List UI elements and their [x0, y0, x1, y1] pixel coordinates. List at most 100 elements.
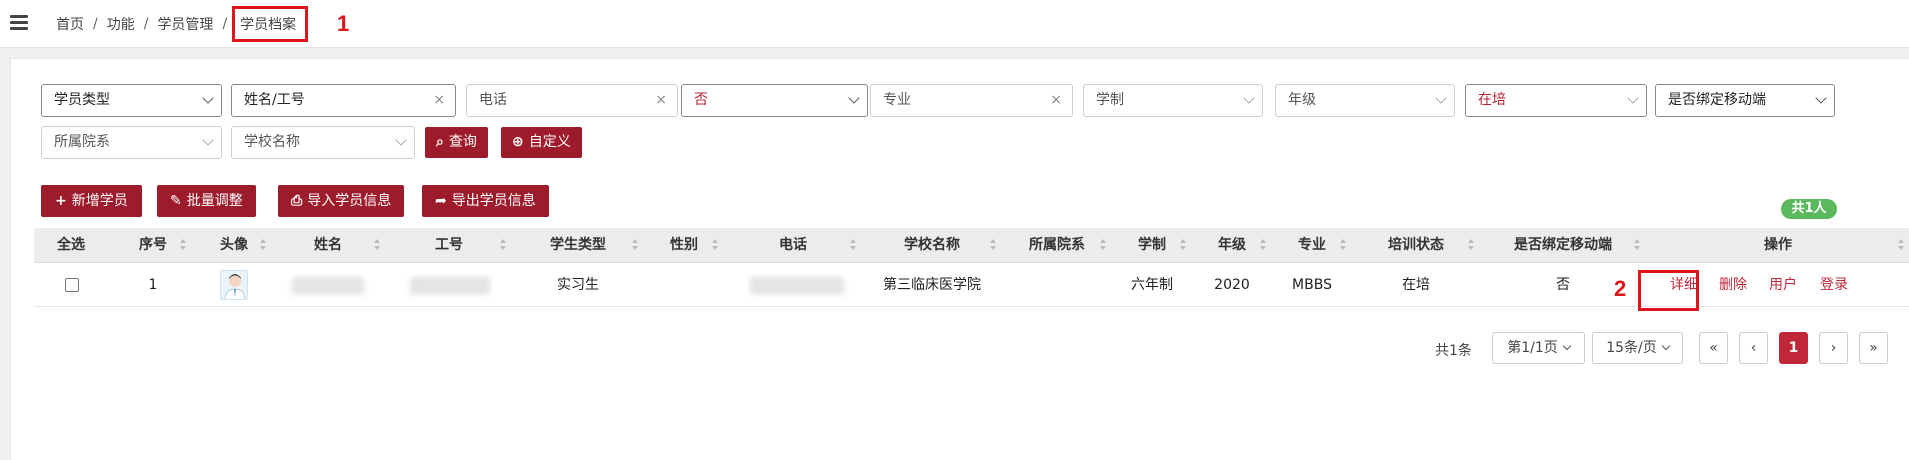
delete-link[interactable]: 删除 — [1719, 263, 1747, 307]
header-student-type[interactable]: 学生类型 — [512, 228, 644, 263]
chevron-down-icon — [202, 134, 214, 146]
export-students-button[interactable]: ➦ 导出学员信息 — [422, 185, 549, 217]
breadcrumb-student-archive: 学员档案 — [232, 6, 309, 42]
cell-student-type: 实习生 — [557, 277, 599, 293]
last-page-button[interactable]: » — [1859, 332, 1888, 364]
main-area: 学员类型 姓名/工号 × 电话 × 否 专业 × 学制 年级 在培 是否绑定移动… — [0, 48, 1909, 460]
header-avatar-label: 头像 — [220, 237, 248, 253]
login-link[interactable]: 登录 — [1820, 263, 1848, 307]
header-bind-mobile[interactable]: 是否绑定移动端 — [1480, 228, 1646, 263]
header-major-label: 专业 — [1298, 237, 1326, 253]
chevron-down-icon — [1627, 92, 1639, 104]
header-employee-no-label: 工号 — [435, 237, 463, 253]
total-count: 共1条 — [1435, 343, 1472, 359]
header-training-status[interactable]: 培训状态 — [1352, 228, 1480, 263]
query-button[interactable]: ⌕ 查询 — [425, 127, 488, 158]
page-select-value: 第1/1页 — [1507, 340, 1558, 356]
header-operations[interactable]: 操作 — [1646, 228, 1909, 263]
clear-icon[interactable]: × — [433, 85, 445, 116]
school-name-select[interactable]: 学校名称 — [231, 126, 415, 159]
grade-select[interactable]: 年级 — [1275, 84, 1455, 117]
name-id-input[interactable]: 姓名/工号 × — [231, 84, 456, 117]
menu-icon[interactable] — [10, 15, 28, 31]
chevron-down-icon — [395, 134, 407, 146]
sort-icon — [1100, 239, 1106, 251]
header-employee-no[interactable]: 工号 — [386, 228, 512, 263]
content-card: 学员类型 姓名/工号 × 电话 × 否 专业 × 学制 年级 在培 是否绑定移动… — [10, 58, 1909, 460]
highlight-box — [1638, 270, 1699, 311]
clear-icon[interactable]: × — [1050, 85, 1062, 116]
page-select[interactable]: 第1/1页 — [1492, 332, 1585, 364]
department-select[interactable]: 所属院系 — [41, 126, 222, 159]
student-type-select-value: 学员类型 — [54, 92, 110, 108]
bind-mobile-select[interactable]: 是否绑定移动端 — [1655, 84, 1835, 117]
header-select-all: 全选 — [57, 237, 85, 253]
breadcrumb-home[interactable]: 首页 — [56, 14, 84, 34]
header-department[interactable]: 所属院系 — [1002, 228, 1112, 263]
edit-icon: ✎ — [170, 193, 182, 209]
header-index[interactable]: 序号 — [108, 228, 198, 263]
current-page-button[interactable]: 1 — [1779, 332, 1808, 364]
header-education-system[interactable]: 学制 — [1112, 228, 1192, 263]
header-phone[interactable]: 电话 — [724, 228, 862, 263]
sort-icon — [180, 239, 186, 251]
next-page-button[interactable]: › — [1819, 332, 1848, 364]
cell-grade: 2020 — [1214, 277, 1250, 293]
batch-adjust-button[interactable]: ✎ 批量调整 — [157, 185, 256, 217]
header-bind-mobile-label: 是否绑定移动端 — [1514, 237, 1612, 253]
custom-button[interactable]: ⊕ 自定义 — [501, 127, 582, 158]
header-major[interactable]: 专业 — [1272, 228, 1352, 263]
yes-no-select[interactable]: 否 — [681, 84, 868, 117]
add-student-button[interactable]: + 新增学员 — [41, 185, 142, 217]
phone-placeholder: 电话 — [479, 92, 507, 108]
page-size-select[interactable]: 15条/页 — [1592, 332, 1683, 364]
import-students-button[interactable]: ⎙ 导入学员信息 — [278, 185, 405, 217]
sort-icon — [850, 239, 856, 251]
user-link[interactable]: 用户 — [1769, 263, 1797, 307]
header-name[interactable]: 姓名 — [270, 228, 386, 263]
sort-icon — [1898, 239, 1904, 251]
top-bar: 首页 / 功能 / 学员管理 / 学员档案 1 — [0, 0, 1909, 48]
header-grade[interactable]: 年级 — [1192, 228, 1272, 263]
breadcrumb-function[interactable]: 功能 — [107, 14, 135, 34]
caret-down-icon — [1661, 341, 1671, 351]
breadcrumb-separator: / — [93, 16, 98, 32]
breadcrumb-student-management[interactable]: 学员管理 — [157, 14, 213, 34]
blurred-phone — [750, 277, 844, 295]
prev-page-button[interactable]: ‹ — [1739, 332, 1768, 364]
row-checkbox[interactable] — [65, 278, 79, 292]
student-type-select[interactable]: 学员类型 — [41, 84, 222, 117]
export-students-label: 导出学员信息 — [451, 193, 536, 209]
clear-icon[interactable]: × — [655, 85, 667, 116]
chevron-down-icon — [848, 92, 860, 104]
header-avatar[interactable]: 头像 — [198, 228, 270, 263]
sort-icon — [1260, 239, 1266, 251]
table-row: 1 实习生 第三临床医学院 六年制 2020 MBBS 在培 否 详细 删除 用… — [34, 263, 1909, 307]
header-gender-label: 性别 — [670, 237, 698, 253]
header-grade-label: 年级 — [1218, 237, 1246, 253]
header-school-name[interactable]: 学校名称 — [862, 228, 1002, 263]
file-excel-icon: ⎙ — [291, 193, 303, 209]
batch-adjust-label: 批量调整 — [186, 193, 243, 209]
sort-icon — [1468, 239, 1474, 251]
header-gender[interactable]: 性别 — [644, 228, 724, 263]
custom-button-label: 自定义 — [528, 134, 571, 150]
chevron-down-icon — [1815, 92, 1827, 104]
header-school-name-label: 学校名称 — [904, 237, 960, 253]
training-status-select[interactable]: 在培 — [1465, 84, 1647, 117]
header-student-type-label: 学生类型 — [550, 237, 606, 253]
major-input[interactable]: 专业 × — [870, 84, 1073, 117]
phone-input[interactable]: 电话 × — [466, 84, 678, 117]
education-system-select[interactable]: 学制 — [1083, 84, 1263, 117]
cell-index: 1 — [148, 277, 158, 293]
cell-school-name: 第三临床医学院 — [883, 277, 981, 293]
department-value: 所属院系 — [54, 134, 110, 150]
blurred-name — [292, 277, 364, 295]
blurred-employee-no — [410, 277, 490, 295]
sort-icon — [1340, 239, 1346, 251]
search-icon: ⌕ — [436, 134, 444, 150]
annotation-number: 2 — [1614, 276, 1627, 301]
first-page-button[interactable]: « — [1699, 332, 1728, 364]
sort-icon — [632, 239, 638, 251]
school-name-value: 学校名称 — [244, 134, 300, 150]
